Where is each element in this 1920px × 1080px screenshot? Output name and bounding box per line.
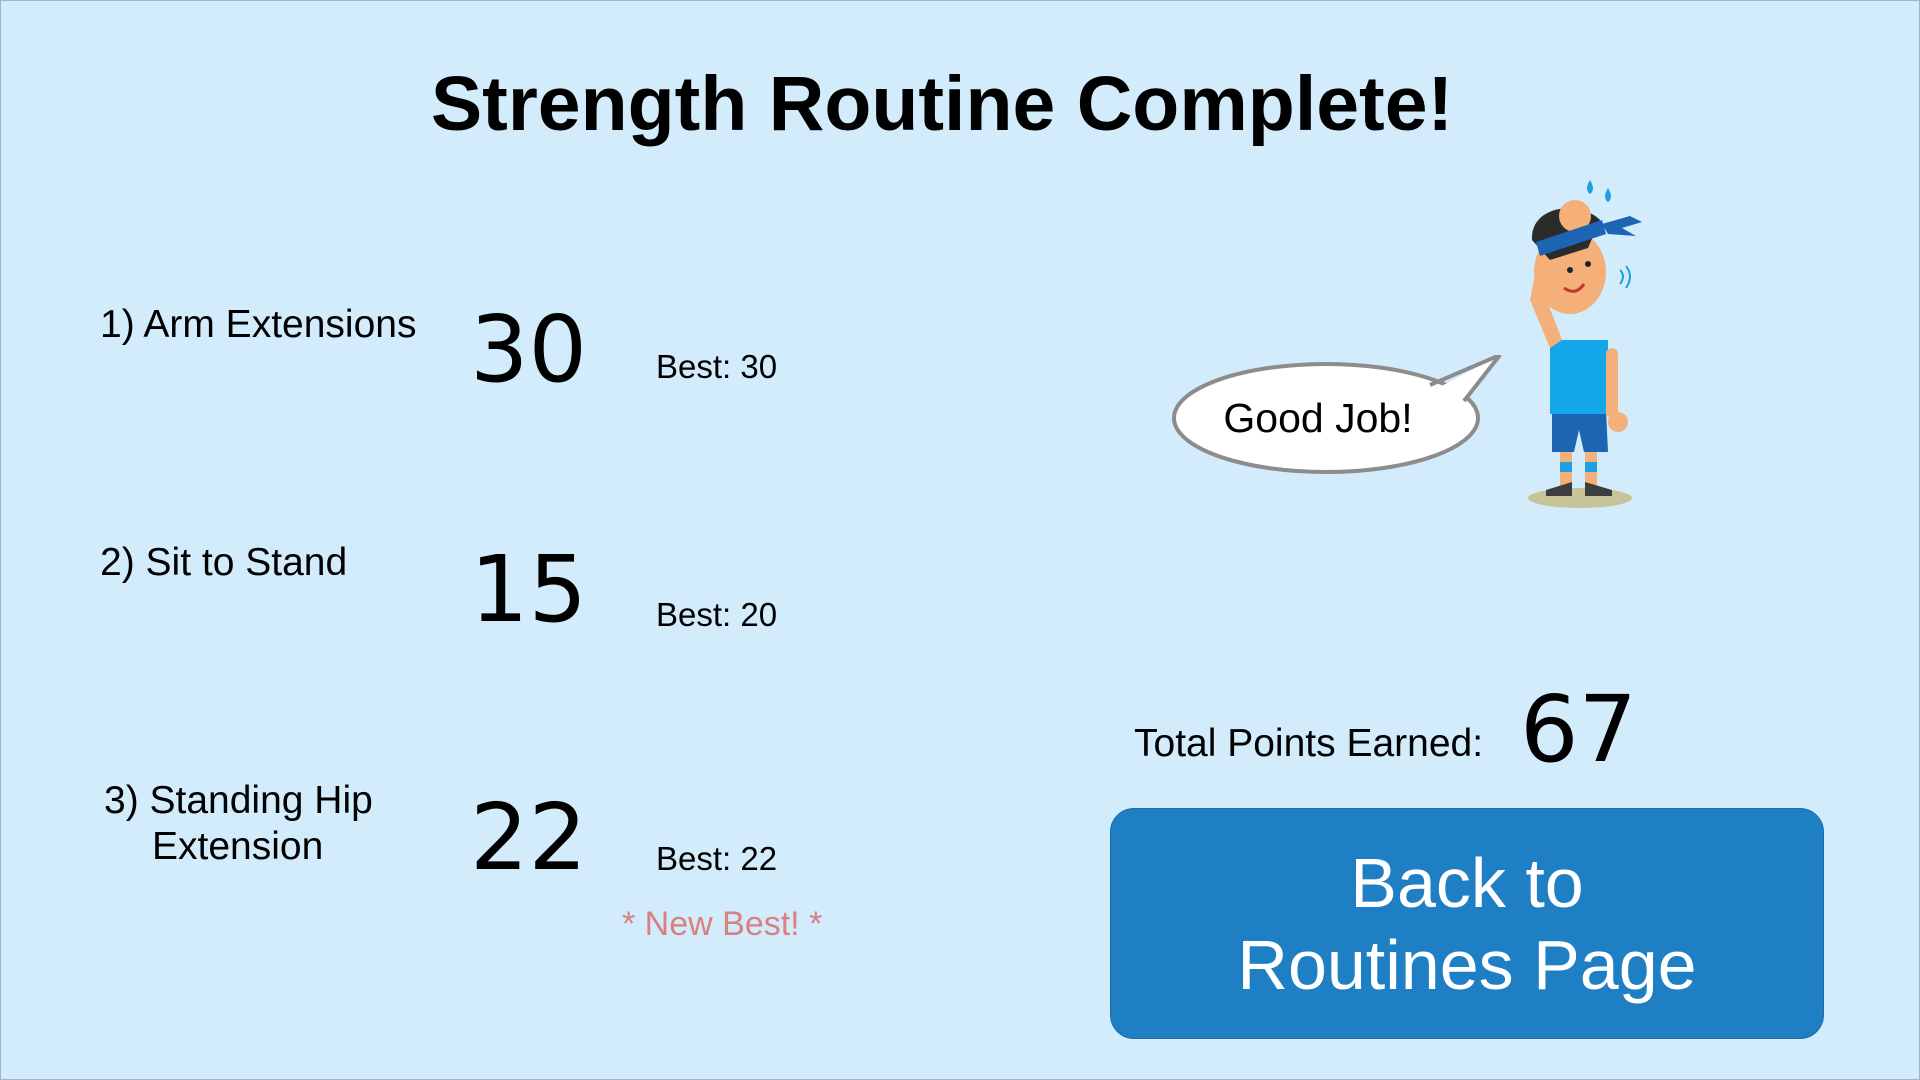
exercise-1-best: Best: 30: [656, 348, 778, 385]
exercise-2-label: 2) Sit to Stand: [100, 541, 348, 584]
total-points-label: Total Points Earned:: [1134, 722, 1484, 765]
back-button-line2: Routines Page: [1237, 925, 1697, 1004]
back-to-routines-button[interactable]: Back to Routines Page: [1110, 808, 1824, 1039]
exercise-2-score: 15: [470, 536, 588, 643]
athlete-mascot-icon: [1528, 180, 1642, 508]
page-title: Strength Routine Complete!: [430, 61, 1454, 147]
exercise-3-label-line1: 3) Standing Hip: [104, 779, 373, 822]
exercise-1-label: 1) Arm Extensions: [100, 303, 417, 346]
exercise-3-label: 3) Standing Hip Extension: [104, 778, 373, 870]
exercise-1-score: 30: [470, 296, 588, 403]
back-button-label: Back to Routines Page: [1237, 842, 1696, 1006]
exercise-2-best: Best: 20: [656, 596, 778, 633]
new-best-badge: * New Best! *: [622, 905, 823, 943]
total-points-value: 67: [1520, 676, 1638, 783]
back-button-line1: Back to: [1350, 843, 1584, 922]
exercise-3-best: Best: 22: [656, 840, 778, 877]
exercise-3-label-line2: Extension: [152, 825, 324, 868]
exercise-3-score: 22: [470, 784, 588, 891]
speech-bubble-text: Good Job!: [1223, 395, 1413, 441]
